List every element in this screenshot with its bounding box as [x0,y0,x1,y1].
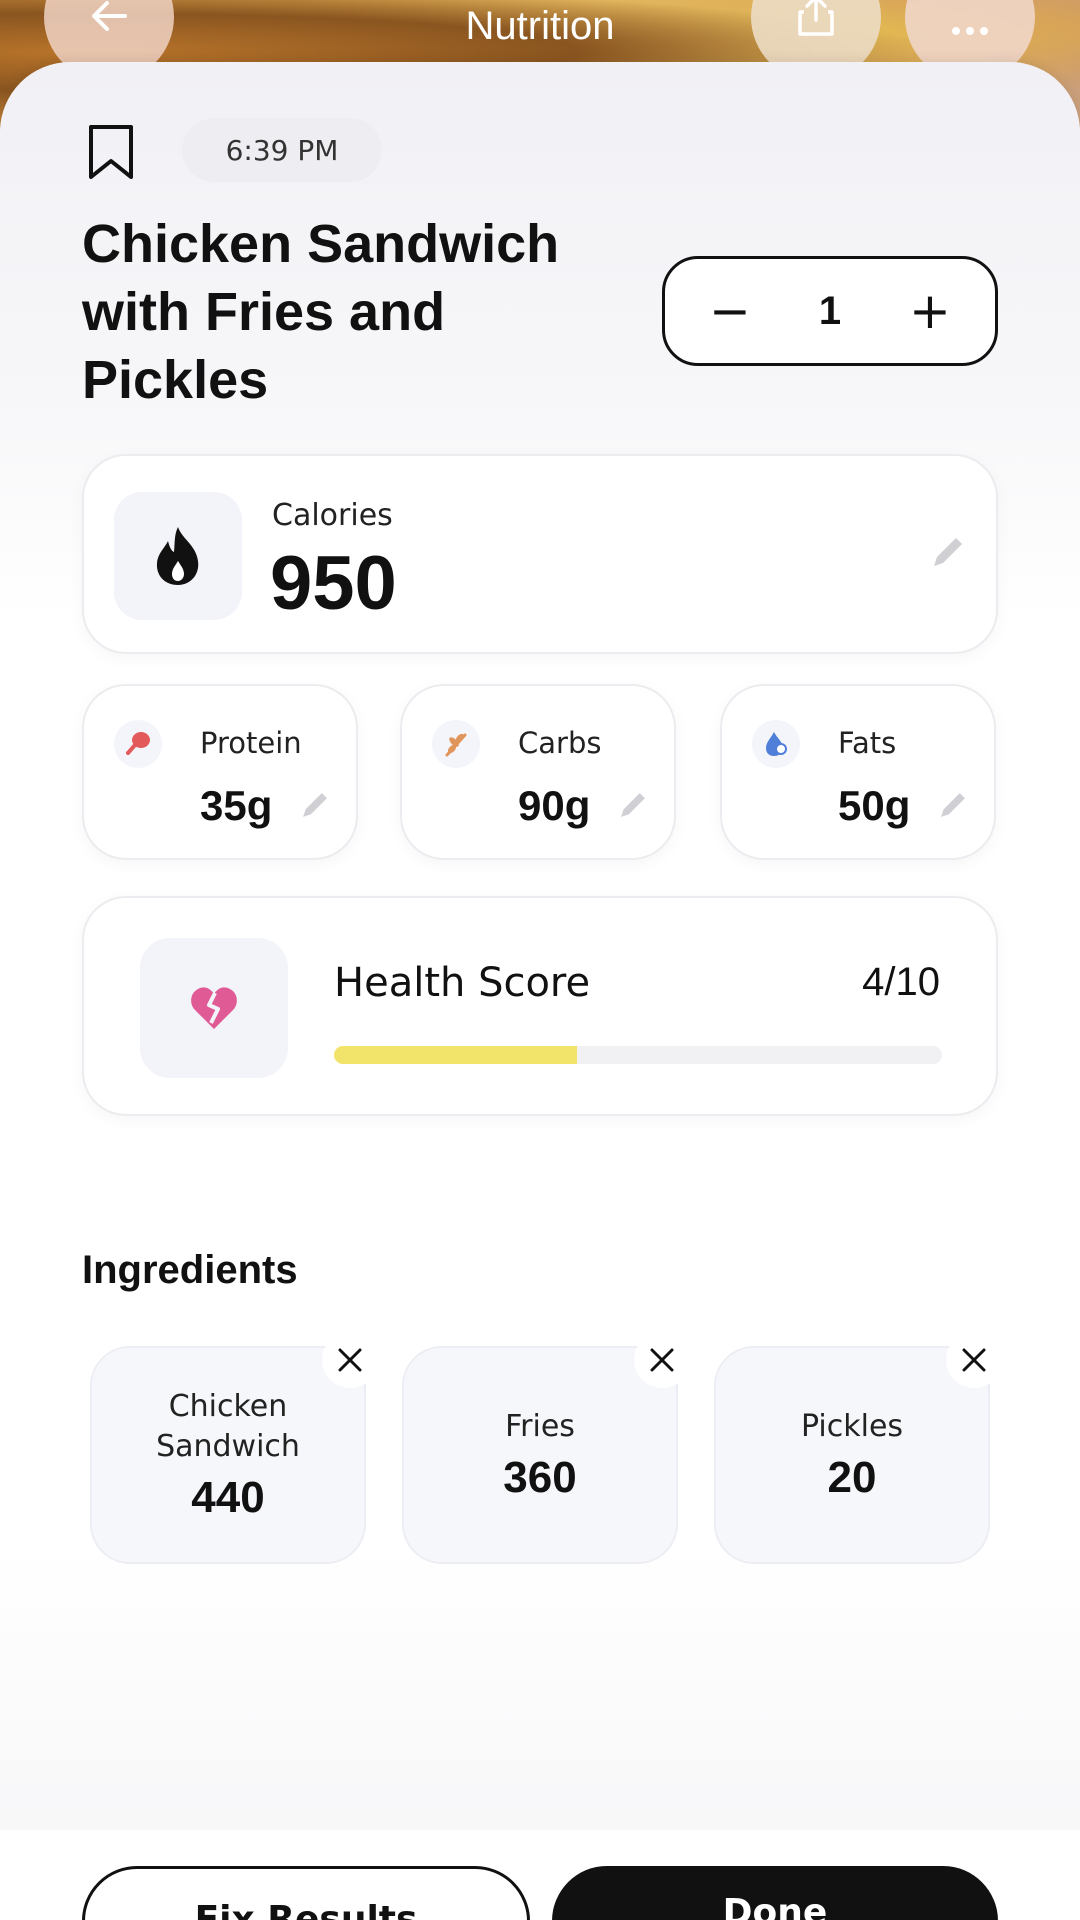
remove-ingredient-button[interactable] [634,1332,690,1388]
ingredient-calories: 440 [191,1473,265,1522]
calories-value: 950 [270,541,397,626]
done-button[interactable]: Done [552,1866,998,1920]
ingredient-name: Chicken Sandwich [156,1389,300,1464]
protein-icon-wrap [114,720,162,768]
fats-card[interactable]: Fats 50g [720,684,996,860]
edit-calories-pencil-icon[interactable] [928,532,968,572]
ingredients-heading: Ingredients [82,1248,298,1292]
increment-button[interactable]: + [905,286,955,336]
edit-protein-pencil-icon[interactable] [298,788,332,822]
protein-label: Protein [200,726,302,760]
health-score-card[interactable]: Health Score 4/10 [82,896,998,1116]
quantity-stepper: − 1 + [662,256,998,366]
calories-icon-box [114,492,242,620]
decrement-button[interactable]: − [705,286,755,336]
calories-label: Calories [272,498,393,533]
ingredient-calories: 360 [503,1453,577,1502]
meal-title: Chicken Sandwich with Fries and Pickles [82,214,560,410]
arrow-left-icon [92,1,127,31]
carbs-card[interactable]: Carbs 90g [400,684,676,860]
edit-carbs-pencil-icon[interactable] [616,788,650,822]
carbs-value: 90g [518,782,591,829]
done-label: Done [722,1892,828,1920]
fix-results-button[interactable]: Fix Results [82,1866,530,1920]
calories-card[interactable]: Calories 950 [82,454,998,654]
quantity-value: 1 [818,288,842,333]
share-icon [798,0,834,36]
ingredient-card[interactable]: Pickles 20 [714,1332,1002,1564]
health-score-label: Health Score [334,960,591,1006]
health-score-value: 4/10 [862,960,940,1004]
ingredient-card[interactable]: Chicken Sandwich 440 [90,1332,378,1564]
edit-fats-pencil-icon[interactable] [936,788,970,822]
fats-value: 50g [838,782,911,829]
close-icon [962,1348,986,1372]
health-score-bar [334,1046,942,1064]
health-icon-box [140,938,288,1078]
carbs-icon-wrap [432,720,480,768]
broken-heart-icon [191,987,237,1029]
drumstick-icon [126,732,150,755]
bookmark-icon[interactable] [86,124,136,180]
fats-icon-wrap [752,720,800,768]
carbs-label: Carbs [518,726,602,760]
close-icon [650,1348,674,1372]
ingredient-calories: 20 [827,1453,877,1502]
ingredient-name: Fries [505,1409,575,1444]
close-icon [338,1348,362,1372]
wheat-icon [445,733,467,757]
protein-value: 35g [200,782,273,829]
drop-icon [766,732,787,756]
health-score-fill [334,1046,578,1064]
more-icon [952,27,988,35]
remove-ingredient-button[interactable] [946,1332,1002,1388]
protein-card[interactable]: Protein 35g [82,684,358,860]
fats-label: Fats [838,726,897,760]
flame-icon [156,527,199,585]
remove-ingredient-button[interactable] [322,1332,378,1388]
meal-time: 6:39 PM [182,118,382,182]
ingredient-name: Pickles [800,1409,904,1444]
ingredient-card[interactable]: Fries 360 [402,1332,690,1564]
fix-results-label: Fix Results [194,1899,418,1920]
